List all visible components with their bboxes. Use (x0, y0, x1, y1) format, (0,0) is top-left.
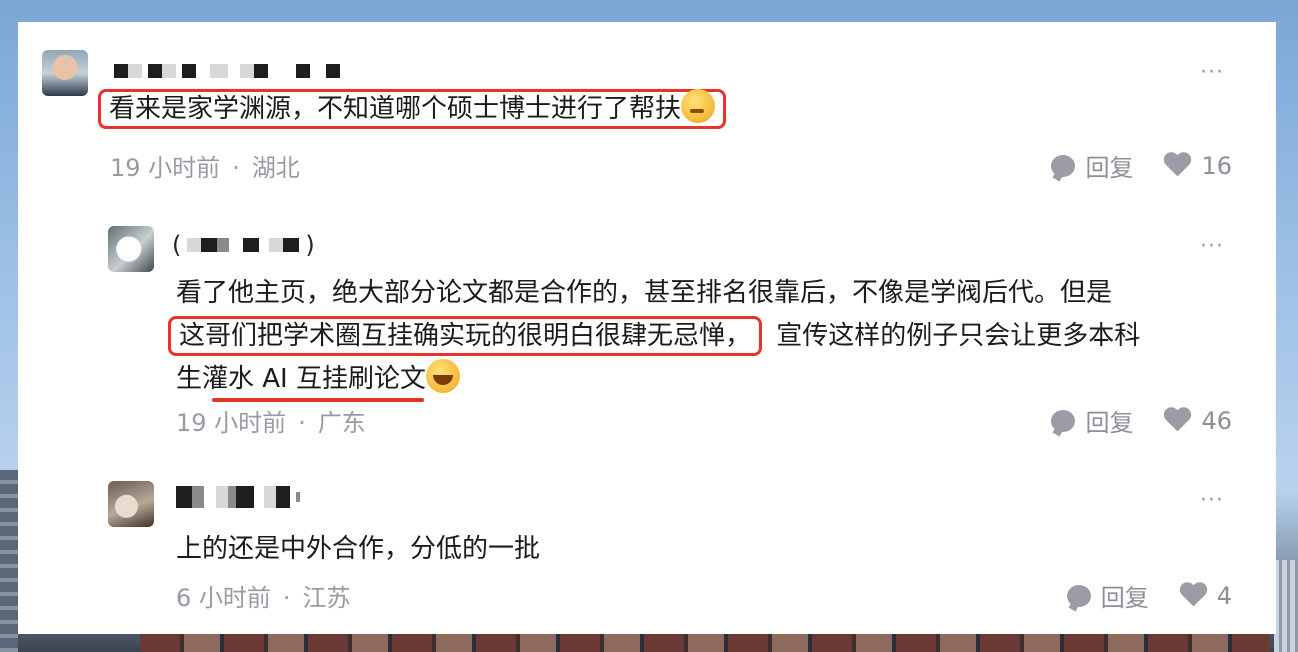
like-button[interactable]: 46 (1163, 407, 1232, 435)
comment-text-line-2: 这哥们把学术圈互挂确实玩的很明白很肆无忌惮， 宣传这样的例子只会让更多本科 (168, 315, 1140, 358)
location: 湖北 (251, 154, 300, 182)
comment-meta: 19 小时前 · 广东 (176, 409, 366, 437)
nickname-redacted[interactable] (114, 56, 340, 86)
avatar[interactable] (108, 226, 154, 272)
avatar[interactable] (42, 50, 88, 96)
comment-text-line-3: 生灌水 AI 互挂刷论文 (176, 358, 1140, 401)
comment-bubble-icon (1051, 409, 1076, 432)
heart-icon (1179, 583, 1207, 609)
like-button[interactable]: 16 (1163, 152, 1232, 180)
comment-actions: 回复 16 (1051, 148, 1232, 183)
comment-card: ··· 看来是家学渊源，不知道哪个硕士博士进行了帮扶 19 小时前 · 湖北 回复 … (18, 22, 1276, 634)
reply-button[interactable]: 回复 (1051, 403, 1133, 438)
comment-text: 上的还是中外合作，分低的一批 (176, 534, 541, 564)
nickname-redacted[interactable]: ( ) (166, 230, 321, 260)
heart-icon (1163, 153, 1191, 179)
timestamp: 6 小时前 (176, 584, 271, 612)
highlight-box: 这哥们把学术圈互挂确实玩的很明白很肆无忌惮， (168, 316, 763, 356)
comment-bubble-icon (1066, 584, 1091, 607)
like-button[interactable]: 4 (1179, 582, 1232, 610)
laughing-crying-face-icon (425, 359, 460, 393)
thinking-face-icon (681, 89, 716, 123)
comment-actions: 回复 4 (1066, 578, 1232, 613)
reply-button[interactable]: 回复 (1051, 148, 1133, 183)
nickname-redacted[interactable] (176, 482, 300, 512)
comment-meta: 6 小时前 · 江苏 (176, 584, 351, 612)
location: 江苏 (302, 584, 351, 612)
red-underline (212, 398, 424, 402)
comment-text-line-1: 看了他主页，绝大部分论文都是合作的，甚至排名很靠后，不像是学阀后代。但是 (176, 278, 1113, 308)
like-count: 4 (1216, 581, 1232, 610)
location: 广东 (317, 409, 366, 437)
like-count: 16 (1201, 151, 1232, 180)
more-options-icon[interactable]: ··· (1200, 490, 1224, 512)
background-building-left (0, 470, 18, 652)
like-count: 46 (1201, 406, 1232, 435)
comment-text: 看来是家学渊源，不知道哪个硕士博士进行了帮扶 (98, 88, 727, 131)
comment-text: 看了他主页，绝大部分论文都是合作的，甚至排名很靠后，不像是学阀后代。但是 这哥们… (168, 272, 1140, 401)
avatar[interactable] (108, 481, 154, 527)
highlight-box: 看来是家学渊源，不知道哪个硕士博士进行了帮扶 (98, 89, 727, 129)
comment-bubble-icon (1051, 154, 1076, 177)
more-options-icon[interactable]: ··· (1200, 236, 1224, 258)
background-building-strip (140, 634, 1270, 652)
background-building-right (1274, 560, 1298, 652)
heart-icon (1163, 408, 1191, 434)
timestamp: 19 小时前 (176, 409, 287, 437)
timestamp: 19 小时前 (110, 154, 221, 182)
reply-button[interactable]: 回复 (1066, 578, 1149, 613)
comment-actions: 回复 46 (1051, 403, 1232, 438)
comment-meta: 19 小时前 · 湖北 (110, 154, 300, 182)
more-options-icon[interactable]: ··· (1200, 62, 1224, 84)
